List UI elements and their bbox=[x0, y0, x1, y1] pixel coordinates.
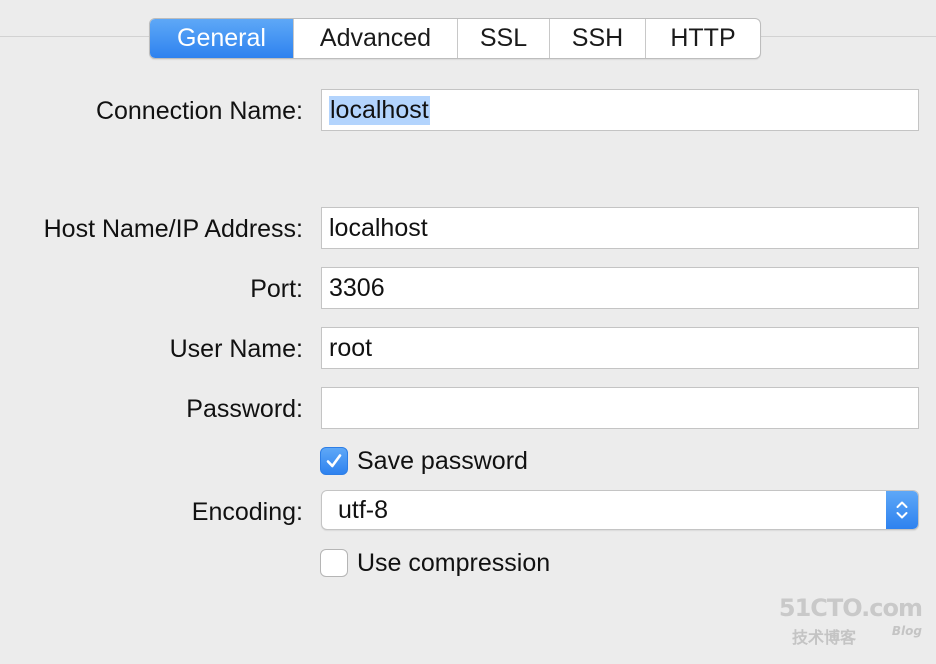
tab-general[interactable]: General bbox=[150, 19, 293, 58]
watermark: 51CTO.com 技术博客 Blog bbox=[779, 594, 923, 652]
connection-name-label: Connection Name: bbox=[95, 97, 303, 125]
watermark-sub: 技术博客 bbox=[792, 628, 857, 647]
save-password-row[interactable]: Save password bbox=[320, 446, 528, 476]
password-field[interactable] bbox=[321, 387, 919, 429]
tab-http[interactable]: HTTP bbox=[645, 19, 760, 58]
user-name-field[interactable]: root bbox=[321, 327, 919, 369]
host-value: localhost bbox=[329, 213, 428, 242]
encoding-select[interactable]: utf-8 bbox=[321, 490, 919, 530]
compression-row[interactable]: Use compression bbox=[320, 548, 550, 578]
tab-bar: General Advanced SSL SSH HTTP bbox=[149, 18, 761, 59]
tab-advanced[interactable]: Advanced bbox=[293, 19, 457, 58]
connection-name-field[interactable]: localhost bbox=[321, 89, 919, 131]
watermark-main: 51CTO.com bbox=[778, 594, 923, 622]
user-name-label: User Name: bbox=[169, 335, 303, 363]
save-password-checkbox[interactable] bbox=[320, 447, 348, 475]
compression-label: Use compression bbox=[357, 548, 551, 577]
tab-ssl[interactable]: SSL bbox=[457, 19, 549, 58]
user-name-value: root bbox=[329, 333, 373, 362]
encoding-value: utf-8 bbox=[338, 495, 389, 524]
port-value: 3306 bbox=[329, 273, 385, 302]
checkmark-icon bbox=[326, 454, 342, 468]
password-label: Password: bbox=[186, 395, 303, 423]
encoding-stepper[interactable] bbox=[886, 491, 918, 529]
port-field[interactable]: 3306 bbox=[321, 267, 919, 309]
encoding-label: Encoding: bbox=[191, 498, 303, 526]
connection-name-value: localhost bbox=[329, 95, 430, 125]
compression-checkbox[interactable] bbox=[320, 549, 348, 577]
watermark-blog: Blog bbox=[891, 624, 922, 638]
port-label: Port: bbox=[250, 275, 303, 303]
save-password-label: Save password bbox=[357, 446, 528, 475]
host-label: Host Name/IP Address: bbox=[43, 215, 303, 243]
host-field[interactable]: localhost bbox=[321, 207, 919, 249]
up-down-chevron-icon bbox=[896, 501, 908, 519]
tab-ssh[interactable]: SSH bbox=[549, 19, 645, 58]
